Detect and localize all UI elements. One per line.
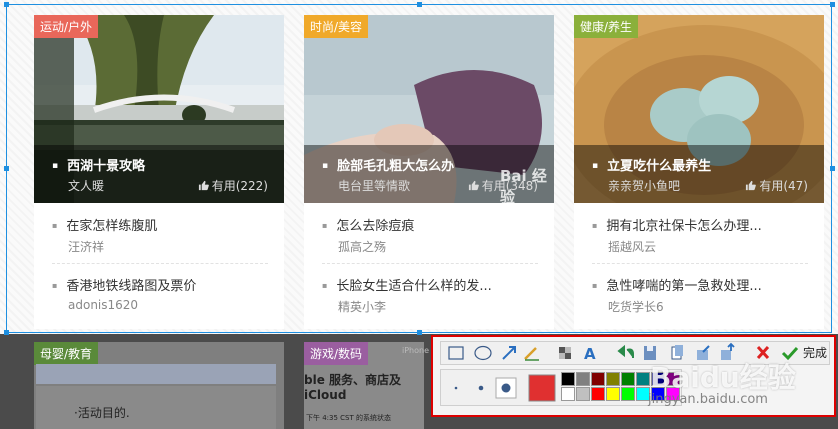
ellipse-tool-icon [474, 345, 492, 361]
rectangle-tool-icon [448, 346, 464, 360]
pen-tool-icon [524, 347, 539, 361]
color-swatch[interactable] [606, 387, 620, 401]
dimmed-word-toolbar [36, 364, 276, 384]
undo-icon [617, 344, 634, 358]
resize-handle[interactable] [830, 166, 835, 171]
dimmed-text: ·活动目的. [74, 406, 130, 420]
arrow-tool-icon [502, 346, 516, 360]
dimmed-card-left: 母婴/教育 ·活动目的. [34, 342, 284, 429]
color-swatch[interactable] [561, 387, 575, 401]
done-button[interactable]: 完成 [803, 344, 827, 361]
color-swatch[interactable] [621, 372, 635, 386]
dimmed-tag: 游戏/数码 [304, 342, 369, 365]
dimmed-card-mid: 游戏/数码 iPhone ble 服务、商店及 iCloud 下午 4:35 C… [304, 342, 429, 429]
baidu-url-watermark: jingyan.baidu.com [648, 392, 768, 407]
brush-size-medium-icon [478, 385, 484, 391]
resize-handle[interactable] [417, 2, 422, 7]
baidu-watermark: Baidu经验 [650, 361, 796, 394]
brush-size-large-icon [495, 377, 517, 399]
text-tool-icon: A [584, 345, 596, 363]
dimmed-tag: 母婴/教育 [34, 342, 99, 365]
resize-handle[interactable] [830, 2, 835, 7]
color-swatch[interactable] [621, 387, 635, 401]
color-swatch[interactable] [576, 387, 590, 401]
color-swatch[interactable] [576, 372, 590, 386]
color-swatch[interactable] [606, 372, 620, 386]
color-swatch[interactable] [591, 387, 605, 401]
current-color-swatch [528, 374, 556, 402]
svg-text:A: A [584, 345, 596, 363]
resize-handle[interactable] [4, 166, 9, 171]
color-swatch[interactable] [591, 372, 605, 386]
selection-frame[interactable] [6, 4, 832, 333]
resize-handle[interactable] [4, 330, 9, 335]
mosaic-tool-icon [559, 347, 571, 359]
resize-handle[interactable] [4, 2, 9, 7]
brush-size-small-icon [454, 386, 458, 390]
color-swatch[interactable] [636, 372, 650, 386]
resize-handle[interactable] [417, 330, 422, 335]
color-swatch[interactable] [561, 372, 575, 386]
